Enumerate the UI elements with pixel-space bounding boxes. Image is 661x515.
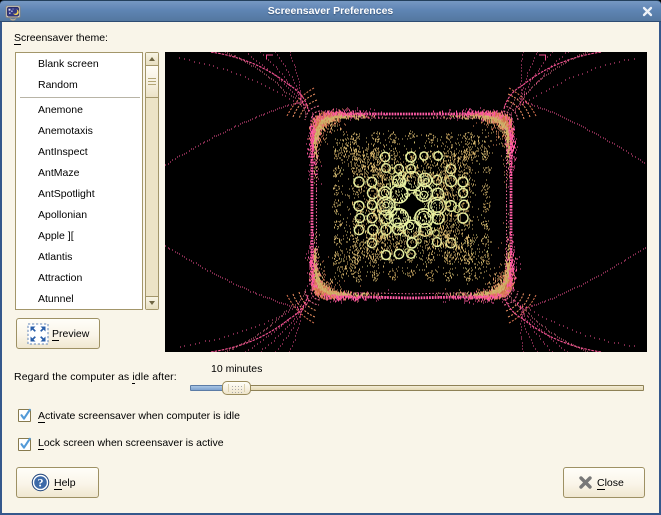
svg-text:?: ? [38, 476, 44, 490]
